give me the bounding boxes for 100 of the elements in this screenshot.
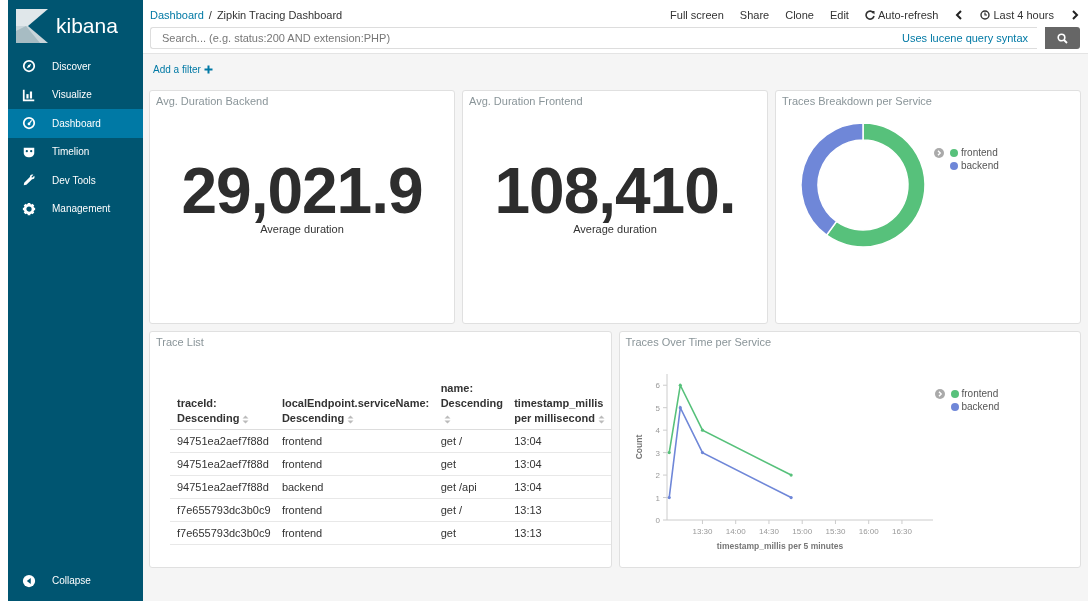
metric-label: Average duration xyxy=(573,223,657,235)
table-cell: 13:04 xyxy=(507,452,611,476)
table-cell: 13:13 xyxy=(507,521,611,545)
menu-link[interactable]: Full screen xyxy=(670,9,724,21)
menu-link[interactable]: Clone xyxy=(785,9,814,21)
legend-label[interactable]: frontend xyxy=(961,147,998,158)
x-tick-label: 13:30 xyxy=(691,527,712,536)
breadcrumb-separator: / xyxy=(208,9,212,21)
menu-link[interactable]: Edit xyxy=(829,9,849,21)
data-point xyxy=(789,473,793,477)
time-picker-button[interactable]: Last 4 hours xyxy=(980,9,1054,21)
chevron-left-icon[interactable] xyxy=(954,10,965,20)
back-circle-icon xyxy=(22,573,36,588)
sidebar-item[interactable]: Management xyxy=(8,194,143,223)
panel-title: Avg. Duration Backend xyxy=(155,94,270,109)
data-point xyxy=(700,451,704,455)
search-icon xyxy=(1057,32,1068,44)
table-cell: 94751ea2aef7f88d xyxy=(170,452,275,476)
data-point xyxy=(678,383,682,387)
data-point xyxy=(667,451,671,455)
syntax-link[interactable]: Uses lucene query syntax xyxy=(902,32,1028,44)
y-tick-label: 0 xyxy=(655,516,660,525)
table-cell: 13:13 xyxy=(507,498,611,522)
refresh-icon xyxy=(864,10,875,20)
data-point xyxy=(678,406,682,410)
data-point xyxy=(667,495,671,500)
sidebar-item[interactable]: Timelion xyxy=(8,137,143,166)
metric-value: 29,021.9 xyxy=(181,159,423,223)
x-tick-label: 15:30 xyxy=(824,527,845,536)
sidebar-item[interactable]: Dashboard xyxy=(8,109,143,138)
table-cell: 94751ea2aef7f88d xyxy=(170,429,275,453)
table-cell: frontend xyxy=(274,452,434,476)
legend-label[interactable]: backend xyxy=(961,160,999,171)
sort-icon[interactable] xyxy=(443,414,451,424)
y-tick-label: 4 xyxy=(655,426,660,436)
logo-text: kibana xyxy=(56,14,118,38)
metric-value: 108,410. xyxy=(494,159,736,223)
wrench-icon xyxy=(22,173,36,188)
clock-icon xyxy=(980,10,991,20)
column-header[interactable]: name: Descending xyxy=(433,378,508,430)
search-button[interactable] xyxy=(1045,27,1080,49)
table-cell: 94751ea2aef7f88d xyxy=(170,475,275,499)
y-tick-label: 3 xyxy=(655,448,660,458)
table-cell: get xyxy=(433,521,508,545)
table-cell: f7e655793dc3b0c9 xyxy=(170,521,275,545)
breadcrumb-link[interactable]: Dashboard xyxy=(150,9,204,21)
column-header[interactable]: traceId: Descending xyxy=(170,378,275,430)
chevron-right-icon[interactable] xyxy=(1070,10,1080,20)
x-tick-label: 16:30 xyxy=(891,527,912,536)
x-tick-label: 15:00 xyxy=(791,527,812,536)
panel-title: Avg. Duration Frontend xyxy=(468,94,584,109)
table-cell: get / xyxy=(433,429,508,453)
column-header[interactable]: timestamp_millis per millisecond xyxy=(507,378,611,430)
add-filter-link[interactable]: Add a filter xyxy=(153,63,213,75)
x-tick-label: 16:00 xyxy=(858,527,879,536)
table-cell: f7e655793dc3b0c9 xyxy=(170,498,275,522)
table-cell: frontend xyxy=(274,521,434,545)
gear-icon xyxy=(22,201,36,216)
legend-label[interactable]: frontend xyxy=(961,388,999,399)
table-cell: frontend xyxy=(274,429,434,453)
y-tick-label: 1 xyxy=(655,493,660,503)
legend-label[interactable]: backend xyxy=(961,401,1000,412)
search-field[interactable]: Search... (e.g. status:200 AND extension:PHP) Uses lucene query syntax xyxy=(150,27,1037,49)
x-axis-title: timestamp_millis per 5 minutes xyxy=(716,541,843,551)
panel-title: Trace List xyxy=(155,335,205,350)
plus-icon xyxy=(203,64,213,74)
sort-icon[interactable] xyxy=(242,414,250,424)
table-cell: get xyxy=(433,452,508,476)
table-cell: frontend xyxy=(274,498,434,522)
compass-icon xyxy=(22,59,36,74)
legend-toggle-icon[interactable] xyxy=(934,147,944,158)
sidebar-item[interactable]: Visualize xyxy=(8,80,143,109)
x-tick-label: 14:30 xyxy=(758,527,779,536)
sidebar-item[interactable]: Dev Tools xyxy=(8,166,143,195)
table-cell: 13:04 xyxy=(507,429,611,453)
kibana-logo-icon xyxy=(16,9,48,43)
data-point xyxy=(789,495,793,500)
panel-title: Traces Over Time per Service xyxy=(624,335,773,350)
table-cell: 13:04 xyxy=(507,475,611,499)
legend-toggle-icon[interactable] xyxy=(934,388,945,399)
auto-refresh-button[interactable]: Auto-refresh xyxy=(864,9,939,21)
sidebar-item[interactable]: Discover xyxy=(8,52,143,81)
table-cell: get / xyxy=(433,498,508,522)
bars-icon xyxy=(22,87,36,102)
sort-icon[interactable] xyxy=(597,414,605,424)
y-tick-label: 2 xyxy=(655,471,660,481)
panel-title: Traces Breakdown per Service xyxy=(781,94,933,109)
table-cell: get /api xyxy=(433,475,508,499)
menu-link[interactable]: Share xyxy=(739,9,770,21)
y-tick-label: 5 xyxy=(655,403,660,413)
y-axis-title: Count xyxy=(633,434,644,460)
y-tick-label: 6 xyxy=(655,381,660,391)
x-tick-label: 14:00 xyxy=(725,527,746,536)
column-header[interactable]: localEndpoint.serviceName: Descending xyxy=(274,378,434,430)
data-point xyxy=(700,428,704,432)
table-cell: backend xyxy=(274,475,434,499)
breadcrumb-current: Zipkin Tracing Dashboard xyxy=(216,9,343,21)
collapse-button[interactable]: Collapse xyxy=(8,566,143,595)
sort-icon[interactable] xyxy=(347,414,355,424)
gauge-icon xyxy=(22,116,36,131)
